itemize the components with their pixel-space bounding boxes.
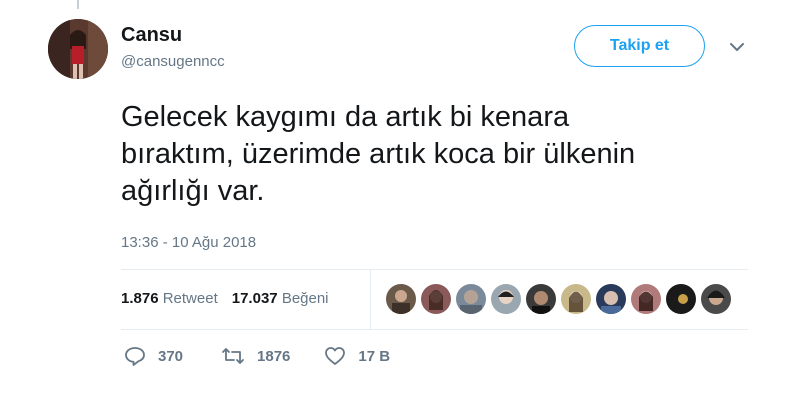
avatar-icon: [631, 284, 661, 314]
stats-divider: [370, 270, 371, 330]
tweet-timestamp[interactable]: 13:36 - 10 Ağu 2018: [121, 234, 256, 251]
retweet-count: 1876: [257, 347, 291, 365]
follow-button[interactable]: Takip et: [574, 25, 705, 67]
tweet-text-line: bıraktım, üzerimde artık koca bir ülkeni…: [121, 138, 636, 170]
likes-label: Beğeni: [281, 290, 329, 307]
retweet-button[interactable]: 1876: [221, 347, 290, 365]
likes-stat[interactable]: 17.037 Beğeni: [232, 290, 329, 307]
author-avatar[interactable]: [48, 19, 108, 79]
liker-avatar[interactable]: [491, 284, 521, 314]
author-name[interactable]: Cansu: [121, 24, 182, 47]
avatar-icon: [701, 284, 731, 314]
avatar-icon: [596, 284, 626, 314]
liker-avatar[interactable]: [456, 284, 486, 314]
chevron-down-icon: [730, 43, 744, 51]
avatar-icon: [386, 284, 416, 314]
liker-avatar[interactable]: [666, 284, 696, 314]
reply-count: 370: [158, 347, 184, 365]
more-options-button[interactable]: [728, 40, 746, 54]
liker-avatar[interactable]: [701, 284, 731, 314]
thread-line: [77, 0, 79, 9]
tweet-actions: 370 1876 17 B: [124, 346, 390, 366]
like-button[interactable]: 17 B: [324, 346, 390, 366]
divider: [121, 329, 748, 330]
tweet-stats: 1.876 Retweet 17.037 Beğeni: [121, 290, 343, 307]
tweet-text: Gelecek kaygımı da artık bi kenara bırak…: [121, 99, 761, 210]
tweet-text-line: ağırlığı var.: [121, 175, 265, 207]
avatar-icon: [561, 284, 591, 314]
retweets-stat[interactable]: 1.876 Retweet: [121, 290, 218, 307]
avatar-icon: [421, 284, 451, 314]
reply-button[interactable]: 370: [124, 346, 183, 366]
liker-avatar[interactable]: [526, 284, 556, 314]
retweet-icon: [222, 348, 244, 364]
liker-avatar[interactable]: [421, 284, 451, 314]
liker-avatar[interactable]: [386, 284, 416, 314]
avatar-icon: [526, 284, 556, 314]
profile-photo-icon: [48, 19, 108, 79]
tweet-text-line: Gelecek kaygımı da artık bi kenara: [121, 101, 570, 133]
retweets-label: Retweet: [162, 290, 218, 307]
heart-icon: [325, 347, 346, 365]
avatar-icon: [491, 284, 521, 314]
avatar-icon: [456, 284, 486, 314]
retweets-count: 1.876: [121, 290, 159, 307]
liker-avatar[interactable]: [561, 284, 591, 314]
divider: [121, 269, 748, 270]
author-handle[interactable]: @cansugenncc: [121, 53, 225, 70]
reply-icon: [125, 347, 145, 366]
likers-avatars: [386, 284, 736, 314]
liker-avatar[interactable]: [596, 284, 626, 314]
like-count: 17 B: [358, 347, 391, 365]
liker-avatar[interactable]: [631, 284, 661, 314]
avatar-icon: [666, 284, 696, 314]
likes-count: 17.037: [231, 290, 278, 307]
